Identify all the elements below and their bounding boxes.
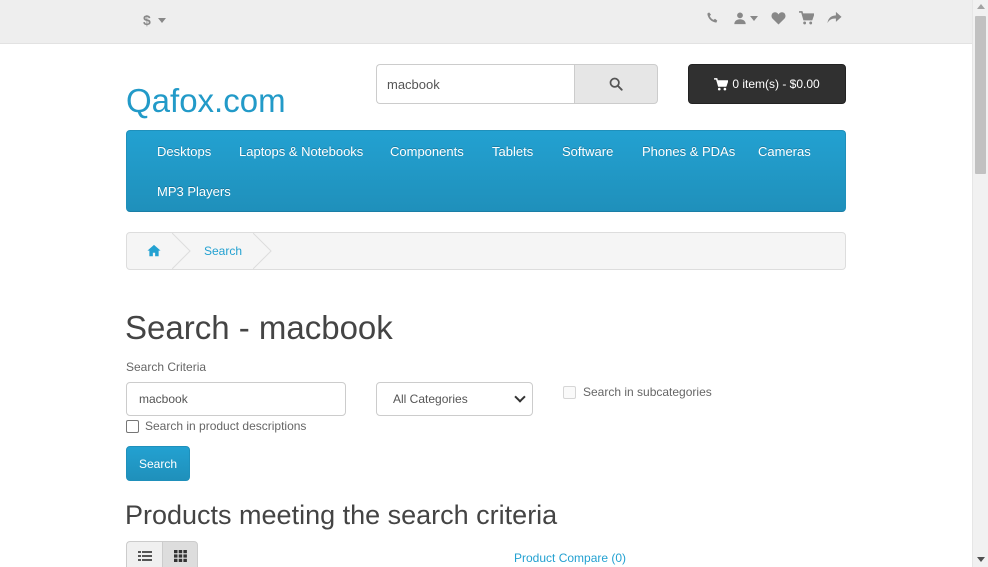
category-select-value: All Categories <box>393 392 468 406</box>
header-search-input[interactable] <box>376 64 574 104</box>
header-search-button[interactable] <box>574 64 658 104</box>
shopping-cart-icon <box>714 77 729 90</box>
category-select[interactable]: All Categories <box>376 382 533 416</box>
subcategories-label: Search in subcategories <box>583 385 712 399</box>
view-toggle <box>126 541 198 567</box>
search-icon <box>609 77 623 91</box>
search-submit-button[interactable]: Search <box>126 446 190 481</box>
menu-item-software[interactable]: Software <box>562 144 613 159</box>
search-criteria-label: Search Criteria <box>126 360 207 374</box>
menu-item-mp3-players[interactable]: MP3 Players <box>157 184 231 199</box>
subcategories-checkbox[interactable] <box>563 385 576 399</box>
breadcrumb: Search <box>126 232 846 270</box>
product-compare-link[interactable]: Product Compare (0) <box>514 551 626 565</box>
account-dropdown[interactable] <box>733 11 758 25</box>
breadcrumb-home[interactable] <box>147 244 161 260</box>
menu-item-tablets[interactable]: Tablets <box>492 144 533 159</box>
caret-down-icon <box>750 15 758 21</box>
descriptions-label: Search in product descriptions <box>145 419 307 433</box>
site-logo[interactable]: Qafox.com <box>126 82 286 120</box>
header-search <box>376 64 658 104</box>
user-icon <box>734 12 746 25</box>
breadcrumb-item-search[interactable]: Search <box>204 244 242 258</box>
scroll-up-arrow-icon[interactable] <box>977 4 985 9</box>
page-scrollbar[interactable] <box>972 0 988 567</box>
cart-button[interactable]: 0 item(s) - $0.00 <box>688 64 846 104</box>
page-title: Search - macbook <box>125 309 393 346</box>
subcategories-option: Search in subcategories <box>563 385 712 399</box>
top-bar: $ <box>0 0 972 44</box>
list-icon <box>137 551 152 561</box>
menu-item-desktops[interactable]: Desktops <box>157 144 211 159</box>
scroll-down-arrow-icon[interactable] <box>977 557 985 562</box>
breadcrumb-separator <box>253 233 272 269</box>
results-heading: Products meeting the search criteria <box>125 500 558 530</box>
heart-icon[interactable] <box>771 11 786 25</box>
scroll-thumb[interactable] <box>975 16 986 174</box>
cart-label: 0 item(s) - $0.00 <box>732 77 820 91</box>
breadcrumb-separator <box>172 233 191 269</box>
menu-item-cameras[interactable]: Cameras <box>758 144 811 159</box>
main-menu: Desktops Laptops & Notebooks Components … <box>126 130 846 212</box>
descriptions-option: Search in product descriptions <box>126 419 306 433</box>
caret-down-icon <box>157 17 166 23</box>
search-criteria-input[interactable] <box>126 382 346 416</box>
phone-icon[interactable] <box>706 11 720 25</box>
share-icon[interactable] <box>827 11 842 25</box>
descriptions-checkbox[interactable] <box>126 419 139 433</box>
currency-symbol: $ <box>143 12 151 28</box>
shopping-cart-icon[interactable] <box>799 11 814 25</box>
currency-dropdown[interactable]: $ <box>143 12 166 28</box>
menu-item-phones-pdas[interactable]: Phones & PDAs <box>642 144 735 159</box>
grid-view-button[interactable] <box>162 541 198 567</box>
menu-item-laptops-notebooks[interactable]: Laptops & Notebooks <box>239 144 363 159</box>
top-links <box>706 11 842 25</box>
list-view-button[interactable] <box>126 541 162 567</box>
grid-icon <box>173 550 187 562</box>
home-icon <box>147 244 161 257</box>
menu-item-components[interactable]: Components <box>390 144 464 159</box>
chevron-down-icon <box>514 391 526 403</box>
